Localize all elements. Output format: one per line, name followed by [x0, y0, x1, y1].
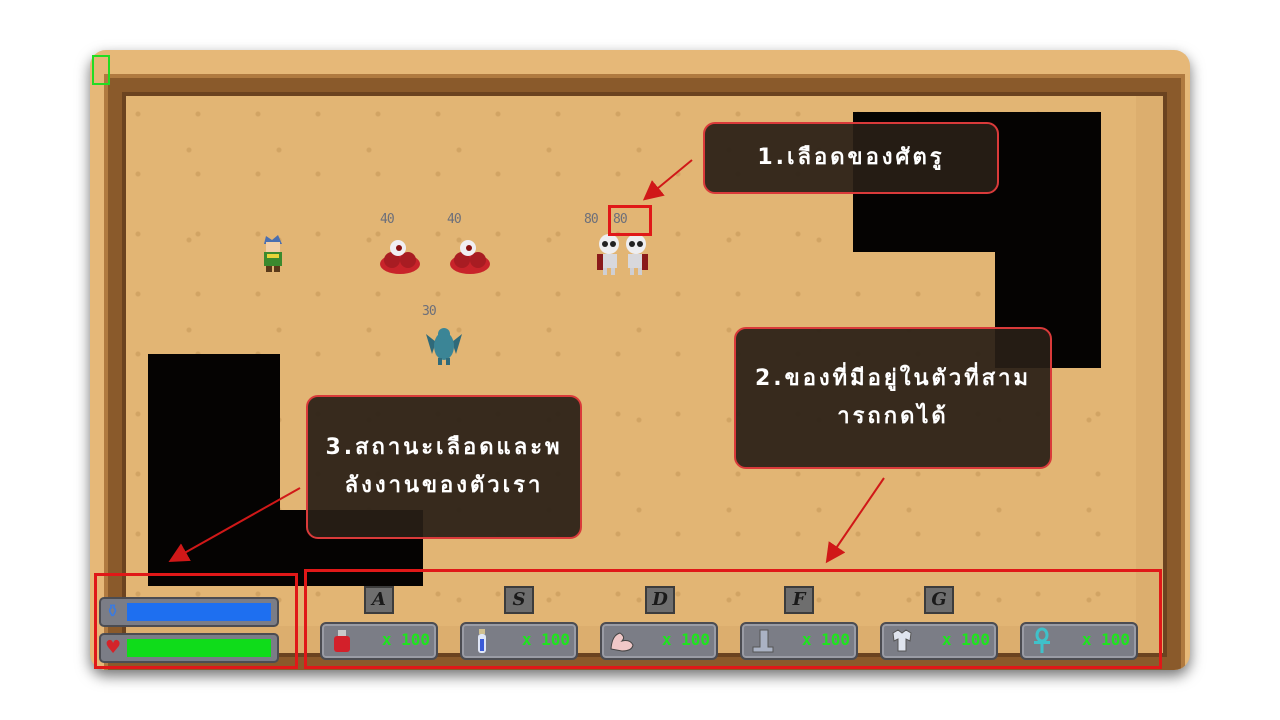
callout-status-line1: 3.สถานะเลือดและพ — [325, 435, 563, 460]
red-slime-enemy[interactable] — [378, 236, 422, 274]
item-count: x 100 — [381, 630, 430, 649]
item-count: x 100 — [661, 630, 710, 649]
player-hero[interactable] — [256, 234, 290, 274]
red-potion-icon — [328, 627, 356, 655]
ankh-icon — [1028, 627, 1056, 655]
callout-items-line2: ารถกดได้ — [837, 404, 949, 429]
item-count: x 100 — [521, 630, 570, 649]
red-slime-enemy[interactable] — [448, 236, 492, 274]
dark-pit-left — [148, 354, 280, 586]
hotkey-s: S — [504, 586, 534, 614]
hotkey-a: A — [364, 586, 394, 614]
callout-status-line2: ลังงานของตัวเรา — [344, 473, 544, 498]
callout-enemy-hp-text: 1.เลือดของศัตรู — [757, 145, 945, 170]
hotbar-slot-blue-potion[interactable]: x 100 — [460, 622, 578, 660]
enemy-hp-highlight — [608, 205, 652, 236]
heart-icon: ♥ — [105, 637, 122, 658]
enemy-hp-label: 80 — [584, 212, 599, 227]
health-bar-fill — [127, 639, 271, 657]
gargoyle-enemy[interactable] — [424, 324, 464, 366]
hotkey-f: F — [784, 586, 814, 614]
callout-status: 3.สถานะเลือดและพ ลังงานของตัวเรา — [306, 395, 582, 539]
hotbar-slot-boot[interactable]: x 100 — [740, 622, 858, 660]
health-bar: ♥ — [99, 633, 279, 663]
hotbar-slot-armor[interactable]: x 100 — [880, 622, 998, 660]
mana-bar: ⚱ — [99, 597, 279, 627]
mana-flask-icon: ⚱ — [105, 601, 121, 622]
hotkey-d: D — [645, 586, 675, 614]
item-count: x 100 — [1081, 630, 1130, 649]
corner-marker — [92, 55, 110, 85]
skeleton-enemy[interactable] — [620, 232, 652, 276]
callout-items: 2.ของที่มีอยู่ในตัวที่สาม ารถกดได้ — [734, 327, 1052, 469]
callout-items-line1: 2.ของที่มีอยู่ในตัวที่สาม — [755, 366, 1031, 391]
mana-bar-fill — [127, 603, 271, 621]
hotbar-slot-strength[interactable]: x 100 — [600, 622, 718, 660]
hotbar-slot-red-potion[interactable]: x 100 — [320, 622, 438, 660]
item-count: x 100 — [801, 630, 850, 649]
enemy-hp-label: 30 — [422, 304, 437, 319]
callout-enemy-hp: 1.เลือดของศัตรู — [703, 122, 999, 194]
boot-icon — [748, 627, 776, 655]
enemy-hp-label: 40 — [380, 212, 395, 227]
hotkey-g: G — [924, 586, 954, 614]
hotbar-slot-ankh[interactable]: x 100 — [1020, 622, 1138, 660]
armor-icon — [888, 627, 916, 655]
strength-arm-icon — [608, 627, 636, 655]
enemy-hp-label: 40 — [447, 212, 462, 227]
blue-potion-icon — [468, 627, 496, 655]
item-count: x 100 — [941, 630, 990, 649]
